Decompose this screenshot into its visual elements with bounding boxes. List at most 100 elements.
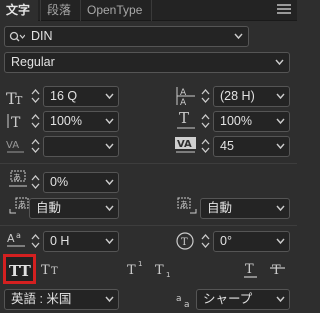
svg-text:A: A xyxy=(180,98,187,107)
superscript-button[interactable]: T1 xyxy=(125,257,149,281)
font-family-value: DIN xyxy=(31,29,53,43)
baseline-shift-field[interactable]: 0 H xyxy=(43,231,119,252)
language-value: 英語 : 米国 xyxy=(11,292,72,306)
aki-before-icon: あ xyxy=(8,197,30,220)
superscript-icon: T1 xyxy=(127,260,142,278)
chevron-down-icon[interactable] xyxy=(105,295,114,303)
panel-menu-icon[interactable] xyxy=(277,4,291,16)
chevron-down-icon[interactable] xyxy=(105,204,114,212)
antialias-value: シャープ xyxy=(203,292,253,306)
vertical-scale-field[interactable]: 100% xyxy=(43,111,119,132)
baseline-shift-value: 0 H xyxy=(50,234,70,248)
small-caps-button[interactable]: TT xyxy=(40,257,66,281)
svg-text:T: T xyxy=(51,266,58,277)
svg-text:T: T xyxy=(127,263,136,278)
font-size-icon: TT xyxy=(6,88,26,109)
subscript-button[interactable]: T1 xyxy=(153,257,177,281)
horizontal-scale-icon: T xyxy=(176,109,196,133)
leading-value: (28 H) xyxy=(220,89,255,103)
tracking-stepper[interactable] xyxy=(201,137,210,155)
leading-stepper[interactable] xyxy=(201,87,210,105)
font-family-field[interactable]: DIN xyxy=(4,26,249,47)
chevron-down-icon[interactable] xyxy=(105,117,114,125)
tab-paragraph[interactable]: 段落 xyxy=(40,0,78,21)
tsume-value: 0% xyxy=(50,175,69,189)
aki-before-value: 自動 xyxy=(36,201,62,215)
tracking-value: 45 xyxy=(220,139,234,153)
search-icon xyxy=(9,30,26,47)
subscript-icon: T1 xyxy=(155,263,170,279)
horizontal-scale-stepper[interactable] xyxy=(201,112,210,130)
chevron-down-icon[interactable] xyxy=(275,58,284,66)
chevron-down-icon[interactable] xyxy=(276,295,285,303)
kerning-stepper[interactable] xyxy=(31,137,40,155)
font-style-value: Regular xyxy=(11,55,55,69)
font-size-field[interactable]: 16 Q xyxy=(43,86,119,107)
aki-before-field[interactable]: 自動 xyxy=(29,198,119,219)
chevron-down-icon[interactable] xyxy=(276,117,285,125)
svg-text:a: a xyxy=(184,300,190,309)
svg-text:T: T xyxy=(179,110,189,127)
chevron-down-icon[interactable] xyxy=(276,237,285,245)
tsume-stepper[interactable] xyxy=(31,173,40,191)
svg-text:T: T xyxy=(245,262,254,277)
baseline-shift-icon: Aa xyxy=(6,230,28,253)
section-divider xyxy=(0,225,297,226)
vertical-scale-value: 100% xyxy=(50,114,82,128)
baseline-shift-stepper[interactable] xyxy=(31,232,40,250)
tsume-field[interactable]: 0% xyxy=(43,172,119,193)
font-style-field[interactable]: Regular xyxy=(4,52,290,73)
font-size-stepper[interactable] xyxy=(31,87,40,105)
tab-character[interactable]: 文字 xyxy=(0,0,38,21)
svg-text:T: T xyxy=(272,263,281,278)
tracking-field[interactable]: 45 xyxy=(213,136,290,157)
svg-text:TT: TT xyxy=(9,262,32,280)
svg-text:T: T xyxy=(155,263,164,278)
chevron-down-icon[interactable] xyxy=(105,178,114,186)
kerning-icon: VA xyxy=(6,137,26,158)
language-select[interactable]: 英語 : 米国 xyxy=(4,289,119,310)
vertical-scale-icon: T xyxy=(6,112,26,133)
aki-after-icon: あ xyxy=(176,197,198,220)
leading-icon: AA xyxy=(176,85,196,110)
svg-text:あ: あ xyxy=(180,200,188,209)
svg-text:1: 1 xyxy=(138,260,142,268)
rotation-stepper[interactable] xyxy=(201,232,210,250)
kerning-field[interactable] xyxy=(43,136,119,157)
font-size-value: 16 Q xyxy=(50,89,78,103)
character-rotation-icon: T xyxy=(176,231,196,254)
chevron-down-icon[interactable] xyxy=(105,92,114,100)
horizontal-scale-field[interactable]: 100% xyxy=(213,111,290,132)
svg-text:a: a xyxy=(16,231,21,240)
svg-text:A: A xyxy=(7,232,15,245)
chevron-down-icon[interactable] xyxy=(105,237,114,245)
chevron-down-icon[interactable] xyxy=(276,204,285,212)
tsume-icon: あ xyxy=(8,170,28,193)
strikethrough-icon: T xyxy=(270,263,285,278)
strikethrough-button[interactable]: T xyxy=(267,257,289,281)
aki-after-field[interactable]: 自動 xyxy=(200,198,290,219)
svg-text:T: T xyxy=(41,263,50,278)
chevron-down-icon[interactable] xyxy=(234,32,243,40)
vertical-scale-stepper[interactable] xyxy=(31,112,40,130)
panel-tab-bar: 文字 段落 OpenType xyxy=(0,0,297,21)
rotation-field[interactable]: 0° xyxy=(213,231,290,252)
tab-opentype[interactable]: OpenType xyxy=(80,0,152,21)
chevron-down-icon[interactable] xyxy=(276,92,285,100)
svg-text:VA: VA xyxy=(177,139,192,150)
all-caps-button[interactable]: TT xyxy=(3,254,36,284)
leading-field[interactable]: (28 H) xyxy=(213,86,290,107)
svg-text:あ: あ xyxy=(13,173,21,182)
tracking-icon: VA xyxy=(175,136,197,157)
svg-text:T: T xyxy=(11,115,21,130)
svg-text:T: T xyxy=(15,94,23,106)
svg-text:VA: VA xyxy=(6,140,19,151)
horizontal-scale-value: 100% xyxy=(220,114,252,128)
underline-button[interactable]: T xyxy=(240,257,262,281)
chevron-down-icon[interactable] xyxy=(105,142,114,150)
chevron-down-icon[interactable] xyxy=(276,142,285,150)
all-caps-icon: TT xyxy=(9,262,32,280)
antialias-icon: aa xyxy=(176,291,196,312)
small-caps-icon: TT xyxy=(41,263,58,278)
antialias-select[interactable]: シャープ xyxy=(196,289,290,310)
